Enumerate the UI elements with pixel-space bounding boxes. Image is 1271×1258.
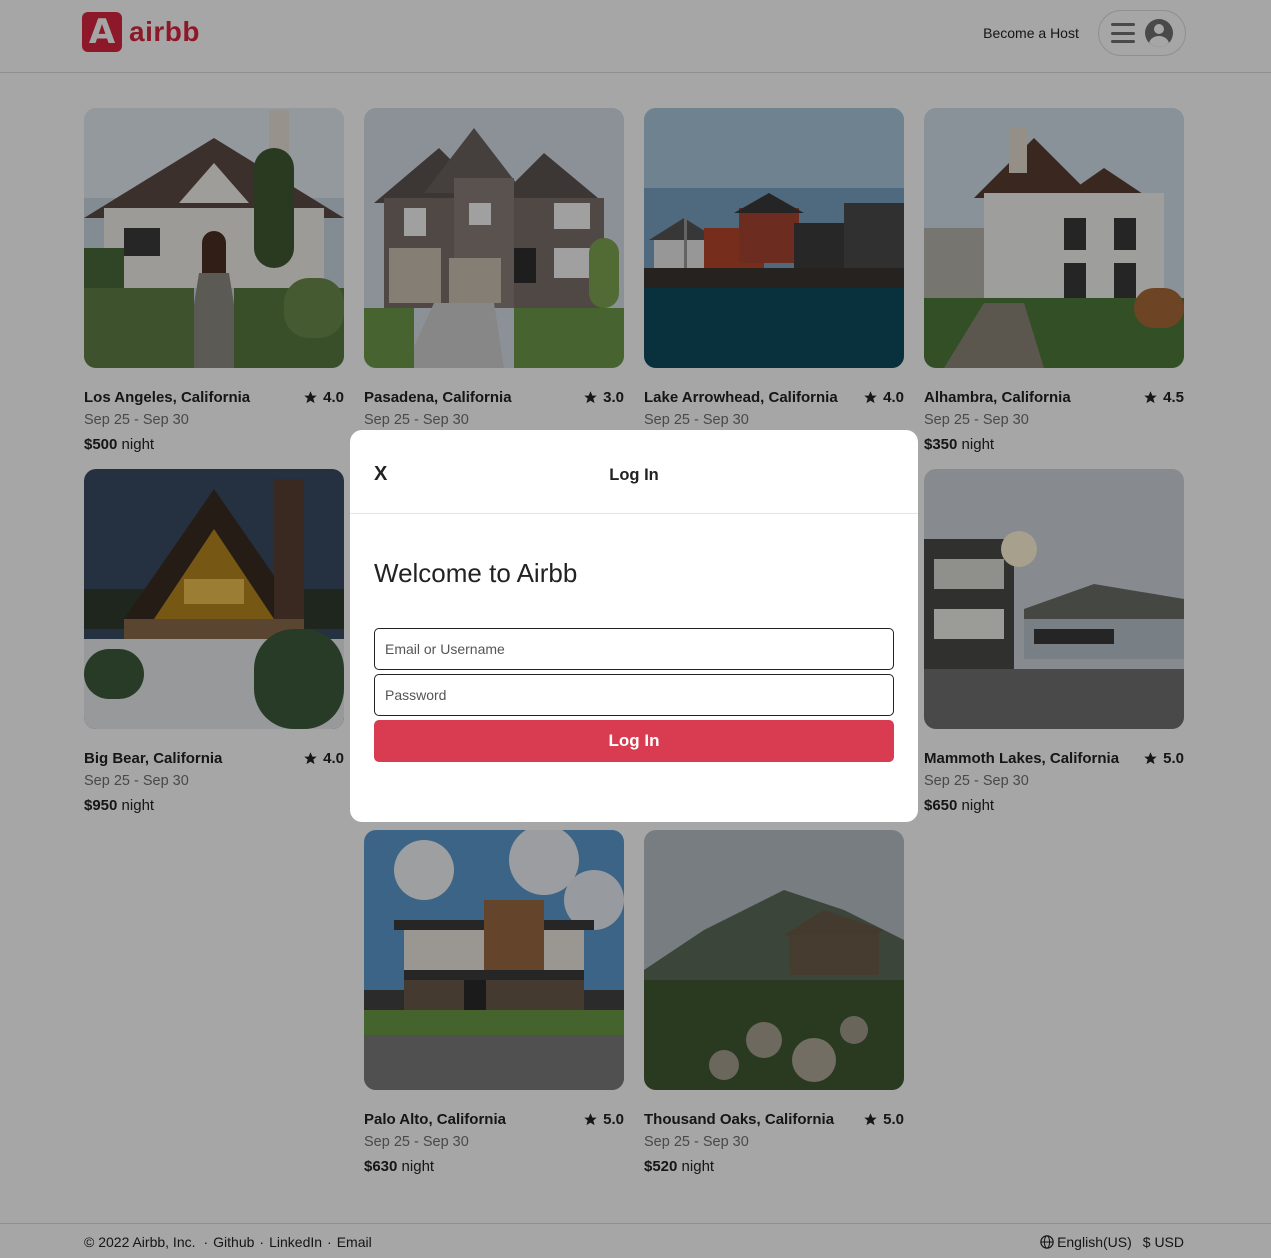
modal-title: Log In: [609, 466, 659, 484]
password-input[interactable]: [374, 674, 894, 716]
email-username-input[interactable]: [374, 628, 894, 670]
welcome-heading: Welcome to Airbb: [374, 558, 578, 588]
modal-header: X Log In: [350, 430, 918, 514]
login-submit-button[interactable]: Log In: [374, 720, 894, 762]
login-modal: X Log In Welcome to Airbb Log In: [350, 430, 918, 822]
